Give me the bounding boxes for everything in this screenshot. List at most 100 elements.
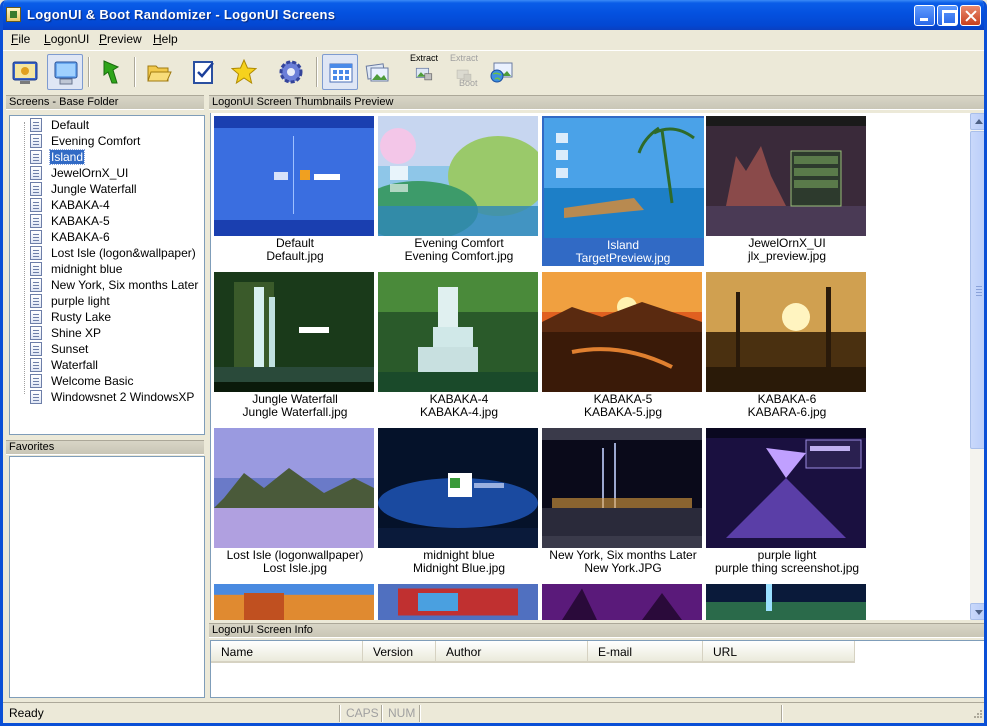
menu-logonui[interactable]: LogonUI [44,32,89,46]
document-icon [30,278,42,292]
thumbnail-image [542,584,702,620]
toolbar-open-folder-button[interactable] [141,54,177,90]
thumbnail-item[interactable]: KABAKA-4 KABAKA-4.jpg [378,272,540,424]
tree-item[interactable]: Evening Comfort [30,133,141,149]
thumbnail-item[interactable]: JewelOrnX_UI jlx_preview.jpg [706,116,868,268]
toolbar-edit-button[interactable] [186,54,222,90]
star-icon [231,59,257,85]
app-icon[interactable] [6,7,21,22]
close-button[interactable] [960,5,981,26]
thumbnail-item[interactable]: purple light purple thing screenshot.jpg [706,428,868,580]
tree-item[interactable]: Waterfall [30,357,99,373]
thumbnail-filename: KABAKA-5.jpg [583,405,663,419]
toolbar-apply-button[interactable] [93,54,129,90]
document-icon [30,118,42,132]
thumbnail-image [214,428,374,548]
thumbnail-item[interactable]: Island TargetPreview.jpg [542,116,704,268]
document-icon [30,390,42,404]
tree-item[interactable]: Windowsnet 2 WindowsXP [30,389,195,405]
thumbnail-item[interactable]: Default Default.jpg [214,116,376,268]
thumbnail-item[interactable]: Evening Comfort Evening Comfort.jpg [378,116,540,268]
menu-preview[interactable]: Preview [99,32,142,46]
thumbnails-scrollbar[interactable] [970,113,984,620]
thumbnail-image [214,272,374,392]
tree-item-label: New York, Six months Later [51,278,199,292]
toolbar-logonui-button[interactable] [47,54,83,90]
thumbnail-item[interactable]: midnight blue Midnight Blue.jpg [378,428,540,580]
tree-item[interactable]: Jungle Waterfall [30,181,138,197]
thumbnail-filename: KABAKA-4.jpg [419,405,499,419]
scroll-down-button[interactable] [970,603,984,620]
thumbnails-view[interactable]: Default Default.jpg Evening Comfort Evening… [210,113,970,620]
tree-item[interactable]: New York, Six months Later [30,277,199,293]
thumbnail-filename: Evening Comfort.jpg [404,249,514,263]
thumbnail-item[interactable]: Jungle Waterfall Jungle Waterfall.jpg [214,272,376,424]
toolbar-preview-button[interactable] [359,54,395,90]
tree-item-label: purple light [51,294,110,308]
column-author[interactable]: Author [436,641,588,663]
tree-item-label: Welcome Basic [51,374,134,388]
minimize-button[interactable] [914,5,935,26]
document-icon [30,182,42,196]
toolbar-web-button[interactable] [484,54,520,90]
document-icon [30,326,42,340]
resize-grip-icon[interactable] [971,709,983,721]
thumbnail-image [378,116,538,236]
thumbnail-filename: Midnight Blue.jpg [412,561,506,575]
column-version[interactable]: Version [363,641,436,663]
tree-item[interactable]: KABAKA-4 [30,197,111,213]
tree-item[interactable]: Shine XP [30,325,102,341]
menu-help[interactable]: Help [153,32,178,46]
column-email[interactable]: E-mail [588,641,703,663]
screens-panel-header: Screens - Base Folder [6,95,204,110]
tree-item[interactable]: Lost Isle (logon&wallpaper) [30,245,197,261]
tree-item[interactable]: Island [30,149,86,165]
tree-item[interactable]: Welcome Basic [30,373,134,389]
tree-item[interactable]: midnight blue [30,261,123,277]
thumbnail-filename: Jungle Waterfall.jpg [242,405,348,419]
document-icon [30,166,42,180]
toolbar-thumbnails-view-button[interactable] [322,54,358,90]
toolbar-favorite-button[interactable] [226,54,262,90]
document-icon [30,342,42,356]
thumbnail-image [706,584,866,620]
maximize-button[interactable] [937,5,958,26]
tree-item[interactable]: Sunset [30,341,89,357]
thumbnail-image [214,584,374,620]
globe-picture-icon [490,62,513,83]
favorites-list[interactable] [9,456,205,698]
column-name[interactable]: Name [211,641,363,663]
screens-tree[interactable]: Default Evening Comfort Island JewelOrnX_UI… [9,115,205,435]
document-icon [30,262,42,276]
tree-item[interactable]: JewelOrnX_UI [30,165,129,181]
title-bar[interactable]: LogonUI & Boot Randomizer - LogonUI Scre… [3,0,984,30]
tree-item-label: Rusty Lake [51,310,112,324]
toolbar-settings-button[interactable] [273,54,309,90]
thumbnail-item[interactable]: New York, Six months Later New York.JPG [542,428,704,580]
thumbnail-filename: Lost Isle.jpg [262,561,328,575]
tree-item[interactable]: KABAKA-5 [30,213,111,229]
tree-item-label: Sunset [51,342,89,356]
scroll-thumb[interactable] [970,131,984,449]
toolbar-boot-button[interactable] [7,54,43,90]
thumbnail-item[interactable]: KABAKA-5 KABAKA-5.jpg [542,272,704,424]
thumbnail-item[interactable] [706,584,868,620]
scroll-up-button[interactable] [970,113,984,130]
tree-item[interactable]: Rusty Lake [30,309,112,325]
tree-item[interactable]: KABAKA-6 [30,229,111,245]
tree-item[interactable]: purple light [30,293,111,309]
green-arrow-icon [103,60,120,84]
favorites-panel-header: Favorites [6,440,204,455]
thumbnail-item[interactable] [542,584,704,620]
menu-file[interactable]: File [11,32,30,46]
caps-indicator: CAPS [346,706,379,720]
tree-item-label: Shine XP [51,326,102,340]
column-url[interactable]: URL [703,641,855,663]
thumbnail-item[interactable] [214,584,376,620]
tree-item[interactable]: Default [30,117,90,133]
thumbnail-item[interactable]: KABAKA-6 KABARA-6.jpg [706,272,868,424]
thumbnail-item[interactable]: Lost Isle (logonwallpaper) Lost Isle.jpg [214,428,376,580]
thumbnail-item[interactable] [378,584,540,620]
document-icon [30,214,42,228]
info-table[interactable]: Name Version Author E-mail URL [210,640,984,698]
